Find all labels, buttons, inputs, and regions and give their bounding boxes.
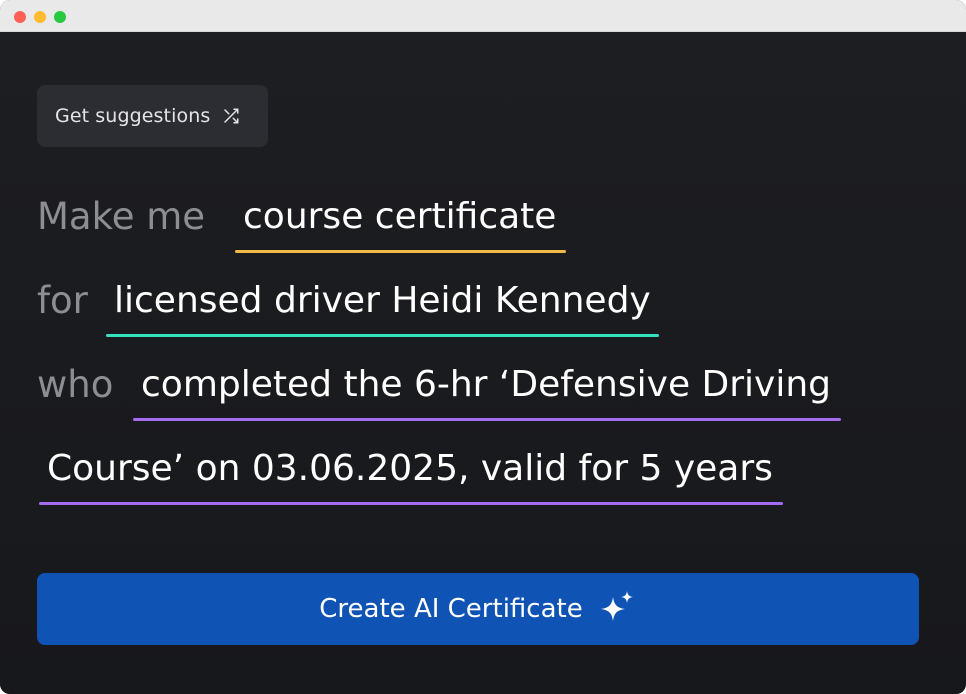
minimize-window-button[interactable] (34, 11, 46, 23)
achievement-value-line-2: Course’ on 03.06.2025, valid for 5 years (47, 448, 773, 489)
achievement-underline-1 (133, 418, 842, 421)
window-titlebar (0, 0, 966, 32)
prompt-prefix-who: who (37, 363, 114, 406)
achievement-underline-2 (39, 502, 783, 505)
app-window: Get suggestions Make me course certifica… (0, 0, 966, 694)
certificate-type-underline (235, 250, 567, 253)
get-suggestions-button[interactable]: Get suggestions (37, 85, 268, 147)
recipient-field[interactable]: licensed driver Heidi Kennedy (106, 277, 659, 337)
certificate-type-value: course certificate (243, 196, 557, 237)
certificate-type-field[interactable]: course certificate (235, 193, 567, 253)
recipient-underline (106, 334, 659, 337)
achievement-field-line-2[interactable]: Course’ on 03.06.2025, valid for 5 years (39, 445, 783, 505)
close-window-button[interactable] (14, 11, 26, 23)
recipient-value: licensed driver Heidi Kennedy (114, 280, 651, 321)
maximize-window-button[interactable] (54, 11, 66, 23)
sparkle-icon (597, 589, 637, 629)
prompt-prefix-make-me: Make me (37, 195, 206, 238)
create-ai-certificate-button[interactable]: Create AI Certificate (37, 573, 919, 645)
certificate-prompt-panel: Get suggestions Make me course certifica… (0, 32, 966, 694)
achievement-field-line-1[interactable]: completed the 6-hr ‘Defensive Driving (133, 361, 842, 421)
prompt-prefix-for: for (37, 279, 88, 322)
create-ai-certificate-label: Create AI Certificate (319, 594, 583, 624)
get-suggestions-label: Get suggestions (55, 105, 211, 127)
shuffle-icon (222, 107, 240, 125)
achievement-value-line-1: completed the 6-hr ‘Defensive Driving (141, 364, 832, 405)
